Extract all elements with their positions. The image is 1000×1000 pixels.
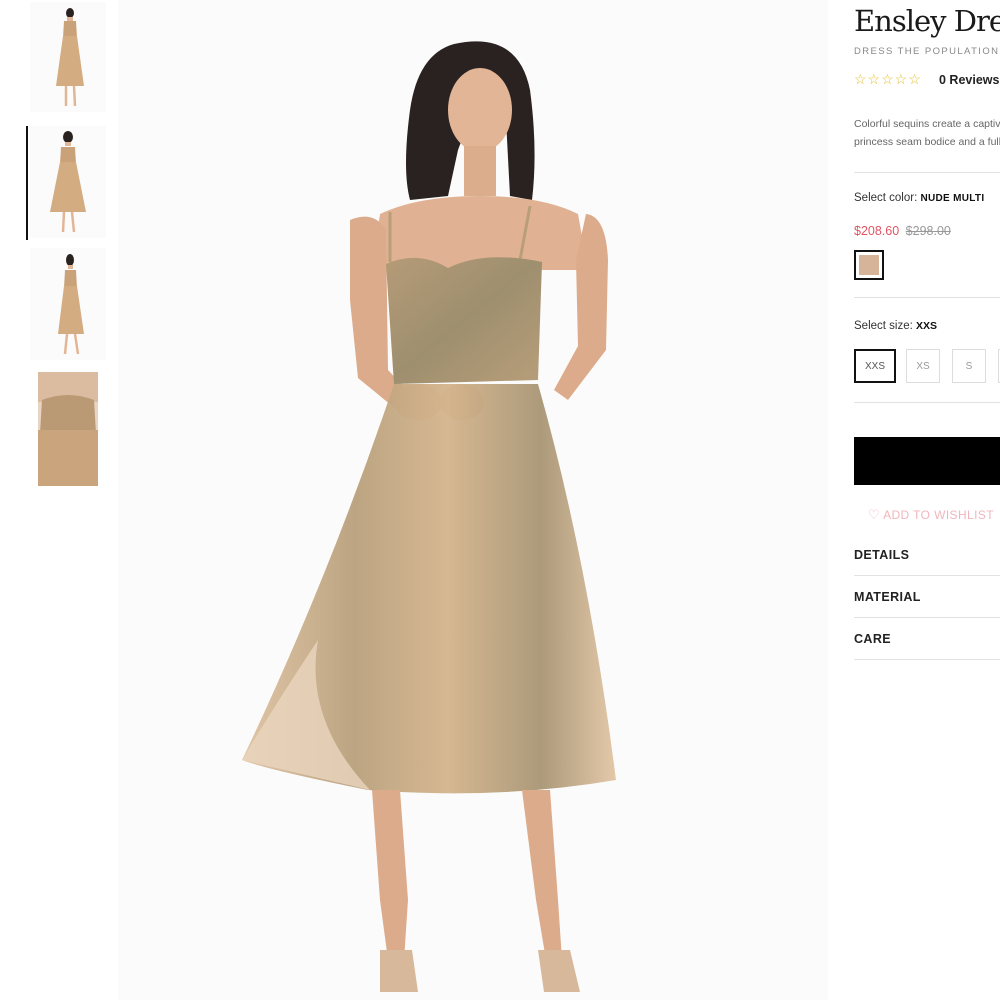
price: $208.60 $298.00 [854, 224, 951, 238]
thumbnail-1[interactable] [30, 2, 106, 112]
thumbnail-image [50, 131, 86, 233]
original-price: $298.00 [905, 224, 951, 238]
product-title: Ensley Dress [854, 4, 1000, 38]
divider [854, 172, 1000, 173]
size-option-s[interactable]: S [952, 349, 986, 383]
divider [854, 617, 1000, 618]
size-option-xxs[interactable]: XXS [854, 349, 896, 383]
thumbnail-image [58, 254, 84, 355]
size-selector-label: Select size: XXS [854, 320, 937, 332]
product-description: Colorful sequins create a captivating lo… [854, 118, 1000, 148]
heart-icon: ♡ [868, 507, 881, 522]
active-thumbnail-indicator [26, 126, 28, 240]
size-option-xs[interactable]: XS [906, 349, 940, 383]
brand-name[interactable]: DRESS THE POPULATION [854, 46, 999, 57]
color-selector-label: Select color: NUDE MULTI [854, 192, 984, 204]
size-label-text: Select size: [854, 320, 913, 332]
model-illustration [242, 41, 616, 992]
thumbnail-4[interactable] [38, 372, 98, 486]
divider [854, 659, 1000, 660]
accordion-care[interactable]: CARE [854, 632, 891, 646]
color-swatch-nude-multi[interactable] [854, 250, 884, 280]
swatch-color [859, 255, 879, 275]
add-to-bag-button[interactable] [854, 437, 1000, 485]
thumbnail-image [56, 8, 84, 107]
add-to-wishlist-link[interactable]: ♡ ADD TO WISHLIST [868, 507, 994, 523]
divider [854, 575, 1000, 576]
thumbnail-3[interactable] [30, 248, 106, 360]
rating-stars-icon: ☆☆☆☆☆ [854, 71, 922, 87]
wishlist-label: ADD TO WISHLIST [883, 508, 994, 522]
selected-color-name: NUDE MULTI [920, 193, 985, 204]
divider [854, 297, 1000, 298]
divider [854, 402, 1000, 403]
product-detail-panel: Ensley Dress DRESS THE POPULATION ☆☆☆☆☆ … [854, 0, 1000, 1000]
thumbnail-image [38, 372, 98, 486]
selected-size: XXS [916, 320, 938, 332]
accordion-details[interactable]: DETAILS [854, 548, 909, 562]
reviews-link[interactable]: 0 Reviews [939, 73, 999, 87]
thumbnail-2[interactable] [30, 126, 106, 238]
main-product-image [118, 0, 828, 1000]
color-label-text: Select color: [854, 192, 918, 204]
sale-price: $208.60 [854, 224, 900, 238]
accordion-material[interactable]: MATERIAL [854, 590, 921, 604]
thumbnail-gallery [0, 0, 120, 1000]
